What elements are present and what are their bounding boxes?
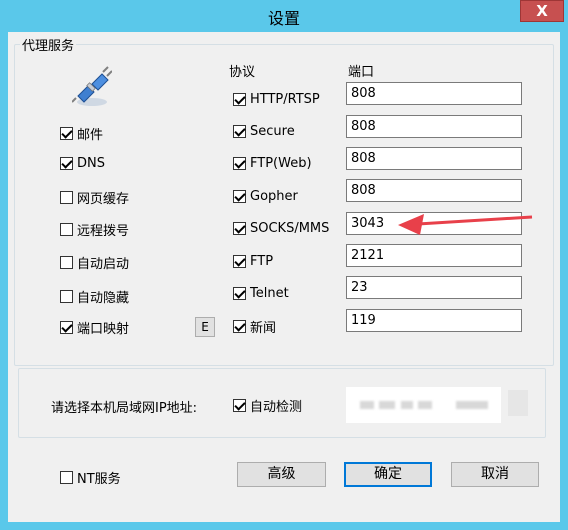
protocol-checkbox-http-rtsp[interactable]: HTTP/RTSP bbox=[233, 90, 320, 108]
protocol-label: SOCKS/MMS bbox=[250, 220, 330, 236]
lan-ip-dropdown-arrow[interactable] bbox=[508, 390, 528, 416]
checkbox-box[interactable] bbox=[60, 255, 73, 269]
checkbox-box[interactable] bbox=[60, 126, 73, 140]
checkbox-box[interactable] bbox=[60, 289, 73, 303]
nt-service-checkbox[interactable]: NT服务 bbox=[60, 468, 121, 487]
protocol-checkbox-news[interactable]: 新闻 bbox=[233, 317, 277, 336]
service-checkbox-port-mapping[interactable]: 端口映射 bbox=[60, 318, 130, 337]
port-header: 端口 bbox=[348, 65, 375, 80]
protocol-label: Gopher bbox=[250, 188, 298, 204]
port-input-ftp[interactable]: 2121 bbox=[346, 244, 522, 267]
protocol-header: 协议 bbox=[229, 65, 256, 80]
port-mapping-edit-button[interactable]: E bbox=[195, 317, 215, 337]
protocol-label: FTP(Web) bbox=[250, 155, 312, 171]
auto-detect-label: 自动检测 bbox=[250, 399, 303, 415]
checkbox-box[interactable] bbox=[233, 398, 246, 412]
service-label: 网页缓存 bbox=[77, 191, 130, 207]
port-input-gopher[interactable]: 808 bbox=[346, 179, 522, 202]
checkbox-box[interactable] bbox=[233, 124, 246, 138]
checkbox-box[interactable] bbox=[233, 286, 246, 300]
protocol-checkbox-socks-mms[interactable]: SOCKS/MMS bbox=[233, 219, 329, 237]
service-checkbox-auto-hide[interactable]: 自动隐藏 bbox=[60, 287, 130, 306]
proxy-service-legend: 代理服务 bbox=[20, 35, 77, 54]
advanced-button[interactable]: 高级 bbox=[237, 462, 326, 487]
port-input-http-rtsp[interactable]: 808 bbox=[346, 82, 522, 105]
protocol-label: Telnet bbox=[250, 285, 289, 301]
cancel-button[interactable]: 取消 bbox=[451, 462, 539, 487]
service-label: 自动启动 bbox=[77, 256, 130, 272]
checkbox-box[interactable] bbox=[60, 320, 73, 334]
protocol-checkbox-ftp-web[interactable]: FTP(Web) bbox=[233, 154, 312, 172]
port-input-telnet[interactable]: 23 bbox=[346, 276, 522, 299]
checkbox-box[interactable] bbox=[60, 156, 73, 170]
protocol-label: HTTP/RTSP bbox=[250, 91, 320, 107]
service-label: 邮件 bbox=[77, 127, 104, 143]
annotation-arrow bbox=[398, 214, 533, 235]
port-input-news[interactable]: 119 bbox=[346, 309, 522, 332]
protocol-label: FTP bbox=[250, 253, 274, 269]
title-bar[interactable]: 设置 X bbox=[0, 0, 568, 32]
settings-window: 设置 X 代理服务 邮件 DNS 网页缓存 远程拨号 自动启动 自动隐藏 端口映… bbox=[0, 0, 568, 530]
service-label: 自动隐藏 bbox=[77, 290, 130, 306]
lan-ip-label: 请选择本机局域网IP地址: bbox=[51, 401, 198, 416]
service-label: 端口映射 bbox=[77, 321, 130, 337]
checkbox-box[interactable] bbox=[60, 190, 73, 204]
protocol-checkbox-gopher[interactable]: Gopher bbox=[233, 187, 298, 205]
checkbox-box[interactable] bbox=[233, 189, 246, 203]
auto-detect-checkbox[interactable]: 自动检测 bbox=[233, 396, 303, 415]
lan-ip-select[interactable] bbox=[346, 387, 501, 423]
checkbox-box[interactable] bbox=[233, 92, 246, 106]
service-checkbox-remote-dial[interactable]: 远程拨号 bbox=[60, 220, 130, 239]
ok-button[interactable]: 确定 bbox=[344, 462, 432, 487]
protocol-label: 新闻 bbox=[250, 320, 277, 336]
checkbox-box[interactable] bbox=[233, 221, 246, 235]
port-input-ftp-web[interactable]: 808 bbox=[346, 147, 522, 170]
nt-service-label: NT服务 bbox=[77, 471, 121, 487]
dialog-body: 代理服务 邮件 DNS 网页缓存 远程拨号 自动启动 自动隐藏 端口映射 E 协… bbox=[8, 32, 560, 522]
service-checkbox-auto-start[interactable]: 自动启动 bbox=[60, 253, 130, 272]
checkbox-box[interactable] bbox=[60, 470, 73, 484]
protocol-checkbox-secure[interactable]: Secure bbox=[233, 122, 295, 140]
protocol-checkbox-ftp[interactable]: FTP bbox=[233, 252, 273, 270]
service-checkbox-web-cache[interactable]: 网页缓存 bbox=[60, 188, 130, 207]
service-checkbox-mail[interactable]: 邮件 bbox=[60, 124, 104, 143]
protocol-label: Secure bbox=[250, 123, 295, 139]
window-title: 设置 bbox=[267, 9, 300, 28]
plug-icon bbox=[72, 66, 112, 106]
port-input-secure[interactable]: 808 bbox=[346, 115, 522, 138]
checkbox-box[interactable] bbox=[60, 222, 73, 236]
checkbox-box[interactable] bbox=[233, 254, 246, 268]
service-label: DNS bbox=[77, 155, 105, 171]
checkbox-box[interactable] bbox=[233, 319, 246, 333]
service-checkbox-dns[interactable]: DNS bbox=[60, 154, 105, 172]
close-button[interactable]: X bbox=[520, 0, 564, 22]
service-label: 远程拨号 bbox=[77, 223, 130, 239]
protocol-checkbox-telnet[interactable]: Telnet bbox=[233, 284, 289, 302]
checkbox-box[interactable] bbox=[233, 156, 246, 170]
